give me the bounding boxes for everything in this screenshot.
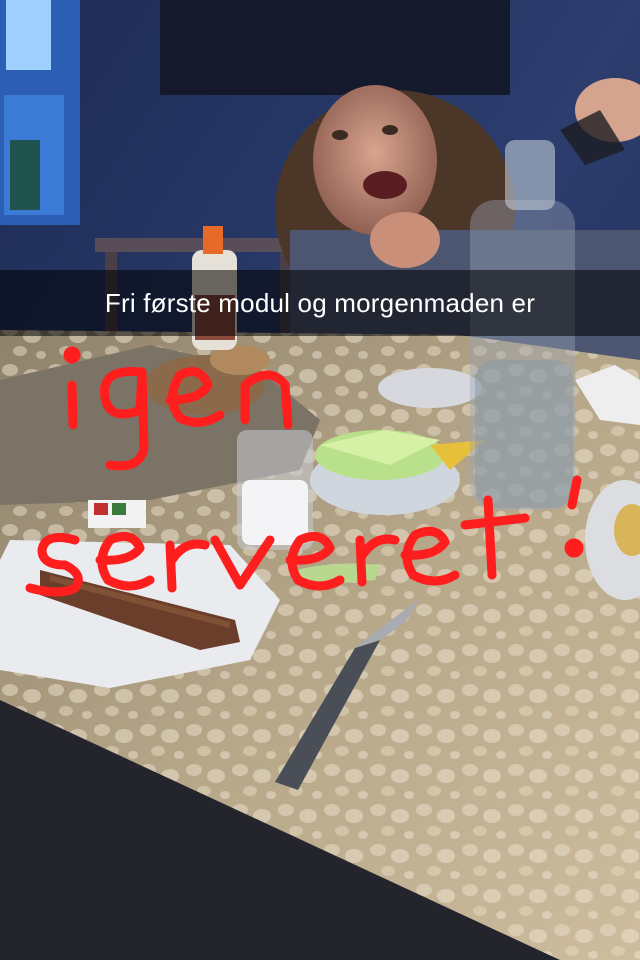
snap-caption-text: Fri første modul og morgenmaden er — [104, 287, 536, 318]
snap-caption-bar: Fri første modul og morgenmaden er — [0, 270, 640, 336]
snap-photo — [0, 0, 640, 960]
